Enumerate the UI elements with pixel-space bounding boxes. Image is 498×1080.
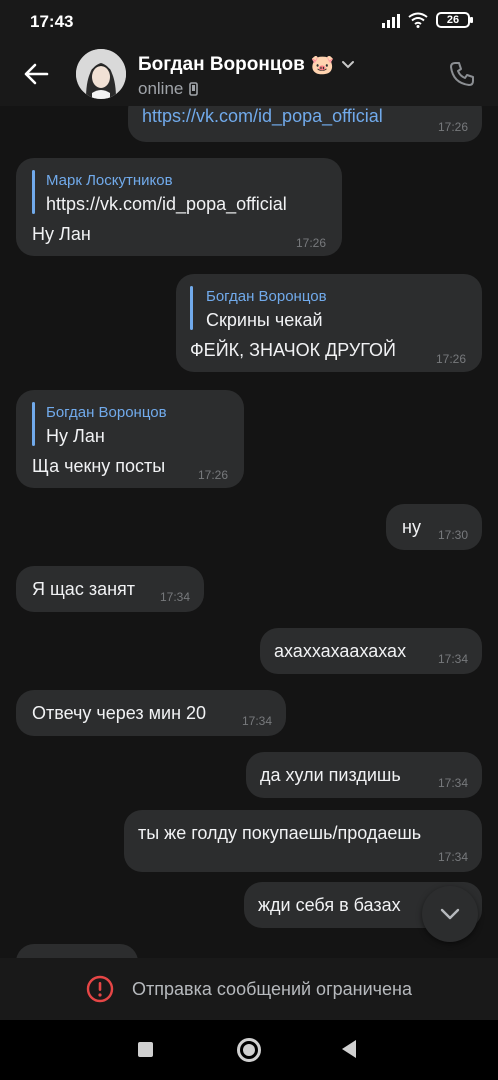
- message-time: 17:34: [437, 850, 468, 864]
- message-time: 17:34: [437, 652, 468, 666]
- message-time: 17:26: [295, 236, 326, 250]
- message-outgoing[interactable]: ахаххахаахахах 17:34: [260, 628, 482, 674]
- message-text: да хули пиздишь: [260, 765, 401, 785]
- pig-emoji: 🐷: [310, 55, 335, 76]
- message-time: 17:34: [159, 590, 190, 604]
- message-text: ты же голду покупаешь/продаешь: [138, 823, 422, 843]
- status-time: 17:43: [30, 12, 74, 31]
- reply-bar: [32, 402, 35, 446]
- message-time: 17:34: [437, 776, 468, 790]
- reply-author: Богдан Воронцов: [206, 288, 327, 305]
- message-time: 17:26: [437, 120, 468, 134]
- message-text: Ну Лан: [32, 224, 91, 244]
- scroll-down-button[interactable]: [422, 886, 478, 942]
- restricted-text: Отправка сообщений ограничена: [132, 978, 412, 999]
- message-text: ахаххахаахахах: [274, 641, 407, 661]
- message-text: ну: [402, 517, 421, 537]
- system-nav-bar: [0, 1020, 498, 1080]
- back-button[interactable]: [18, 56, 54, 92]
- message-incoming[interactable]: Марк Лоскутников https://vk.com/id_popa_…: [16, 158, 342, 256]
- avatar-image: [76, 49, 126, 99]
- message-incoming[interactable]: [16, 944, 138, 958]
- call-button[interactable]: [444, 56, 480, 92]
- message-time: 17:26: [197, 468, 228, 482]
- reply-text: Ну Лан: [46, 426, 105, 446]
- recent-apps-button[interactable]: [138, 1042, 153, 1057]
- message-outgoing[interactable]: Богдан Воронцов Скрины чекай ФЕЙК, ЗНАЧО…: [176, 274, 482, 372]
- battery-icon: 26: [436, 12, 473, 28]
- message-text: Ща чекну посты: [32, 456, 166, 476]
- message-link[interactable]: https://vk.com/id_popa_official: [142, 106, 383, 127]
- reply-text: Скрины чекай: [206, 310, 323, 330]
- arrow-left-icon: [24, 63, 49, 85]
- reply-author: Марк Лоскутников: [46, 172, 173, 189]
- chat-title[interactable]: Богдан Воронцов 🐷: [138, 53, 355, 77]
- online-status: online: [138, 79, 184, 98]
- status-bar: 17:43 26: [0, 0, 498, 44]
- avatar[interactable]: [76, 49, 126, 99]
- message-incoming[interactable]: Я щас занят 17:34: [16, 566, 204, 612]
- reply-author: Богдан Воронцов: [46, 404, 167, 421]
- message-text: Я щас занят: [32, 579, 136, 599]
- mobile-icon: [189, 82, 199, 96]
- message-text: Отвечу через мин 20: [32, 703, 207, 723]
- message-outgoing[interactable]: да хули пиздишь 17:34: [246, 752, 482, 798]
- status-icons: 26: [382, 12, 473, 28]
- chat-header: Богдан Воронцов 🐷 online: [0, 44, 498, 106]
- message-outgoing[interactable]: https://vk.com/id_popa_official 17:26: [128, 106, 482, 142]
- message-text: ФЕЙК, ЗНАЧОК ДРУГОЙ: [190, 340, 396, 360]
- message-time: 17:34: [241, 714, 272, 728]
- message-outgoing[interactable]: ты же голду покупаешь/продаешь 17:34: [124, 810, 482, 872]
- message-incoming[interactable]: Отвечу через мин 20 17:34: [16, 690, 286, 736]
- phone-icon: [450, 62, 474, 86]
- chevron-down-icon: [440, 908, 460, 920]
- reply-text: https://vk.com/id_popa_official: [46, 194, 287, 214]
- signal-icon: [382, 12, 400, 28]
- message-text: жди себя в базах: [258, 895, 401, 915]
- restricted-bar: Отправка сообщений ограничена: [0, 958, 498, 1020]
- system-back-button[interactable]: [342, 1040, 356, 1058]
- chevron-down-icon: [341, 61, 354, 69]
- contact-name: Богдан Воронцов: [138, 54, 305, 75]
- message-time: 17:26: [435, 352, 466, 366]
- wifi-icon: [408, 12, 428, 28]
- message-list[interactable]: https://vk.com/id_popa_official 17:26 Ма…: [0, 106, 498, 958]
- reply-bar: [190, 286, 193, 330]
- chat-status: online: [138, 79, 199, 99]
- message-time: 17:30: [437, 528, 468, 542]
- warning-icon: [86, 975, 114, 1003]
- reply-bar: [32, 170, 35, 214]
- message-outgoing[interactable]: ну 17:30: [386, 504, 482, 550]
- home-button[interactable]: [237, 1038, 261, 1062]
- message-incoming[interactable]: Богдан Воронцов Ну Лан Ща чекну посты 17…: [16, 390, 244, 488]
